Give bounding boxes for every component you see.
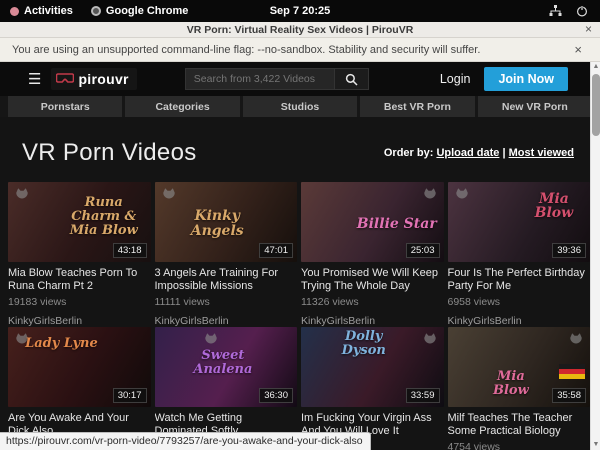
video-studio-link[interactable]: KinkyGirlsBerlin	[301, 315, 444, 327]
nav-item-pornstars[interactable]: Pornstars	[8, 96, 122, 117]
site-nav: Pornstars Categories Studios Best VR Por…	[0, 96, 600, 117]
duration-badge: 47:01	[259, 243, 293, 258]
thumbnail-overlay-text: Sweet Analena	[180, 349, 266, 376]
page-title: VR Porn Videos	[22, 139, 197, 167]
duration-badge: 35:58	[552, 388, 586, 403]
scroll-down-icon[interactable]: ▼	[591, 440, 600, 450]
chrome-app-icon	[91, 6, 101, 16]
nav-item-new-vr-porn[interactable]: New VR Porn	[478, 96, 592, 117]
video-views: 6958 views	[448, 296, 591, 308]
germany-flag-icon	[559, 364, 585, 379]
activities-indicator-icon	[10, 7, 19, 16]
duration-badge: 33:59	[406, 388, 440, 403]
search-icon	[345, 73, 358, 86]
video-card-8[interactable]: Mia Blow 35:58 Milf Teaches The Teacher …	[448, 327, 591, 450]
hamburger-menu-icon[interactable]: ☰	[28, 70, 41, 88]
video-views: 4754 views	[448, 441, 591, 450]
thumbnail-overlay-text: Runa Charm & Mia Blow	[61, 196, 147, 237]
order-by-label: Order by:	[384, 147, 434, 159]
video-title[interactable]: Milf Teaches The Teacher Some Practical …	[448, 412, 591, 438]
studio-cat-mask-icon	[422, 187, 438, 206]
search-bar	[185, 68, 369, 90]
login-link[interactable]: Login	[426, 72, 485, 86]
video-title[interactable]: 3 Angels Are Training For Impossible Mis…	[155, 267, 298, 293]
thumbnail-overlay-text: Lady Lyne	[22, 337, 100, 351]
video-views: 19183 views	[8, 296, 151, 308]
video-title[interactable]: Four Is The Perfect Birthday Party For M…	[448, 267, 591, 293]
duration-badge: 43:18	[113, 243, 147, 258]
activities-button[interactable]: Activities	[10, 5, 73, 17]
video-card-3[interactable]: Billie Star 25:03 You Promised We Will K…	[301, 182, 444, 327]
duration-badge: 39:36	[552, 243, 586, 258]
scrollbar-thumb[interactable]	[592, 74, 600, 136]
site-header: ☰ pirouvr Login Join Now	[0, 62, 600, 96]
thumbnail-overlay-text: Billie Star	[354, 217, 440, 232]
video-grid: Runa Charm & Mia Blow 43:18 Mia Blow Tea…	[0, 182, 600, 450]
order-link-most-viewed[interactable]: Most viewed	[509, 147, 574, 159]
nav-item-studios[interactable]: Studios	[243, 96, 357, 117]
order-separator: |	[499, 147, 508, 159]
thumbnail-overlay-text: Mia Blow	[479, 370, 543, 397]
thumbnail-overlay-text: Kinky Angels	[174, 209, 260, 238]
video-thumbnail[interactable]: Mia Blow 35:58	[448, 327, 591, 407]
activities-label: Activities	[24, 5, 73, 17]
system-top-bar: Activities Google Chrome Sep 7 20:25	[0, 0, 600, 22]
studio-cat-mask-icon	[454, 187, 470, 206]
video-thumbnail[interactable]: Sweet Analena 36:30	[155, 327, 298, 407]
infobar-close-icon[interactable]: ×	[574, 42, 588, 57]
studio-cat-mask-icon	[161, 187, 177, 206]
video-studio-link[interactable]: KinkyGirlsBerlin	[448, 315, 591, 327]
duration-badge: 36:30	[259, 388, 293, 403]
video-views: 11326 views	[301, 296, 444, 308]
thumbnail-overlay-text: Dolly Dyson	[321, 330, 407, 357]
order-by: Order by: Upload date | Most viewed	[384, 147, 578, 159]
vr-headset-icon	[56, 73, 74, 85]
video-thumbnail[interactable]: Billie Star 25:03	[301, 182, 444, 262]
video-studio-link[interactable]: KinkyGirlsBerlin	[8, 315, 151, 327]
order-link-upload-date[interactable]: Upload date	[436, 147, 499, 159]
vertical-scrollbar[interactable]: ▲ ▼	[590, 62, 600, 450]
video-thumbnail[interactable]: Mia Blow 39:36	[448, 182, 591, 262]
infobar-message: You are using an unsupported command-lin…	[12, 44, 480, 56]
video-thumbnail[interactable]: Kinky Angels 47:01	[155, 182, 298, 262]
chrome-infobar: You are using an unsupported command-lin…	[0, 38, 600, 62]
studio-cat-mask-icon	[14, 332, 30, 351]
join-now-button[interactable]: Join Now	[484, 67, 568, 91]
site-logo[interactable]: pirouvr	[51, 68, 136, 90]
page-head: VR Porn Videos Order by: Upload date | M…	[0, 117, 600, 182]
thumbnail-overlay-text: Mia Blow	[522, 192, 586, 221]
network-icon[interactable]	[549, 5, 562, 17]
window-close-icon[interactable]: ×	[585, 22, 592, 38]
video-card-4[interactable]: Mia Blow 39:36 Four Is The Perfect Birth…	[448, 182, 591, 327]
studio-cat-mask-icon	[422, 332, 438, 351]
studio-cat-mask-icon	[568, 332, 584, 351]
video-thumbnail[interactable]: Lady Lyne 30:17	[8, 327, 151, 407]
video-thumbnail[interactable]: Dolly Dyson 33:59	[301, 327, 444, 407]
search-button[interactable]	[335, 68, 369, 90]
video-views: 11111 views	[155, 296, 298, 308]
power-icon[interactable]	[576, 5, 588, 17]
duration-badge: 30:17	[113, 388, 147, 403]
video-title[interactable]: You Promised We Will Keep Trying The Who…	[301, 267, 444, 293]
focused-app-menu[interactable]: Google Chrome	[91, 5, 189, 17]
video-title[interactable]: Mia Blow Teaches Porn To Runa Charm Pt 2	[8, 267, 151, 293]
link-status-bar: https://pirouvr.com/vr-porn-video/779325…	[0, 432, 371, 450]
browser-viewport: ☰ pirouvr Login Join Now Pornstars Categ…	[0, 62, 600, 450]
video-card-2[interactable]: Kinky Angels 47:01 3 Angels Are Training…	[155, 182, 298, 327]
studio-cat-mask-icon	[14, 187, 30, 206]
duration-badge: 25:03	[406, 243, 440, 258]
studio-cat-mask-icon	[203, 332, 219, 351]
window-title: VR Porn: Virtual Reality Sex Videos | Pi…	[187, 24, 414, 36]
video-thumbnail[interactable]: Runa Charm & Mia Blow 43:18	[8, 182, 151, 262]
search-input[interactable]	[185, 68, 335, 90]
video-studio-link[interactable]: KinkyGirlsBerlin	[155, 315, 298, 327]
nav-item-categories[interactable]: Categories	[125, 96, 239, 117]
video-card-1[interactable]: Runa Charm & Mia Blow 43:18 Mia Blow Tea…	[8, 182, 151, 327]
site-logo-text: pirouvr	[78, 71, 128, 87]
window-titlebar: VR Porn: Virtual Reality Sex Videos | Pi…	[0, 22, 600, 38]
nav-item-best-vr-porn[interactable]: Best VR Porn	[360, 96, 474, 117]
scroll-up-icon[interactable]: ▲	[591, 62, 600, 72]
focused-app-label: Google Chrome	[106, 5, 189, 17]
